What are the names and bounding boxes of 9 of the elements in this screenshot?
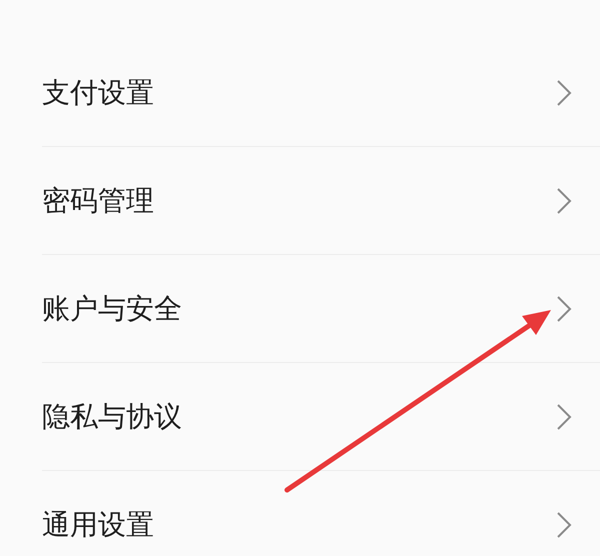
chevron-right-icon [556,402,572,430]
chevron-right-icon [556,511,572,539]
settings-item[interactable]: 支付设置 [42,39,600,147]
chevron-right-icon [556,294,572,322]
chevron-right-icon [556,186,572,214]
settings-item[interactable]: 密码管理 [42,147,600,255]
chevron-right-icon [556,78,572,106]
settings-item[interactable]: 隐私与协议 [42,363,600,471]
settings-item[interactable]: 通用设置 [42,471,600,556]
